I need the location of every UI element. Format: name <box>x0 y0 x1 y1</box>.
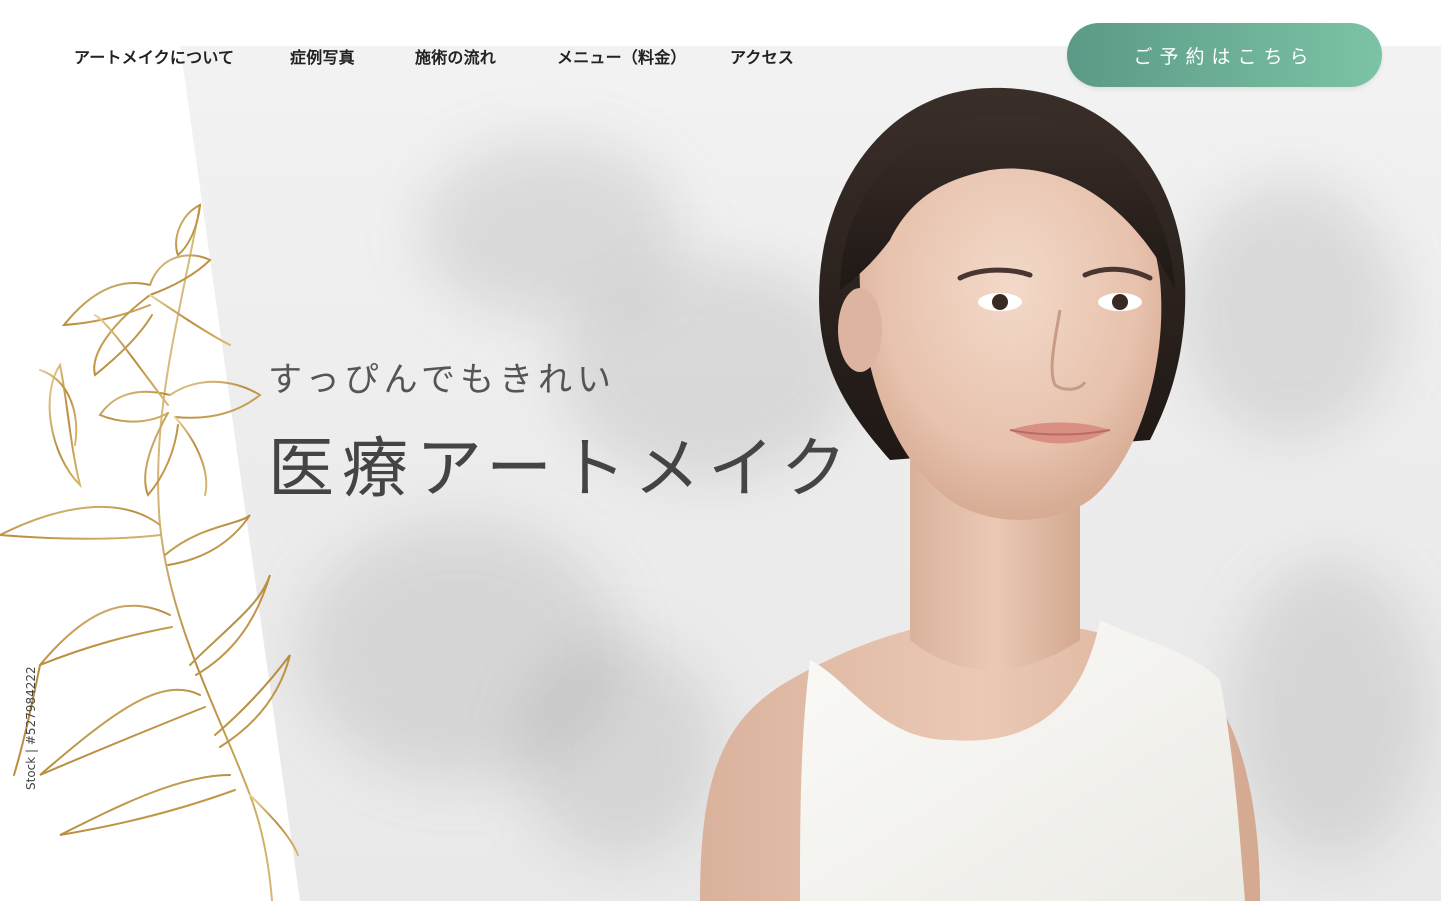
reserve-button[interactable]: ご予約はこちら <box>1067 23 1382 87</box>
nav-item-menu[interactable]: メニュー（料金） <box>557 44 687 68</box>
stock-watermark: Stock | #527984222 <box>24 666 38 790</box>
nav-item-access[interactable]: アクセス <box>730 44 794 68</box>
hero-title: 医療アートメイク <box>268 430 855 507</box>
nav-item-flow[interactable]: 施術の流れ <box>415 44 496 68</box>
reserve-button-label: ご予約はこちら <box>1133 45 1316 68</box>
gold-flower-illustration <box>0 203 299 901</box>
page: アートメイクについて 症例写真 施術の流れ メニュー（料金） アクセス ご予約は… <box>0 0 1441 901</box>
nav-item-about[interactable]: アートメイクについて <box>74 44 234 68</box>
hero-subtitle: すっぴんでもきれい <box>268 360 616 400</box>
nav-item-cases[interactable]: 症例写真 <box>290 44 355 68</box>
